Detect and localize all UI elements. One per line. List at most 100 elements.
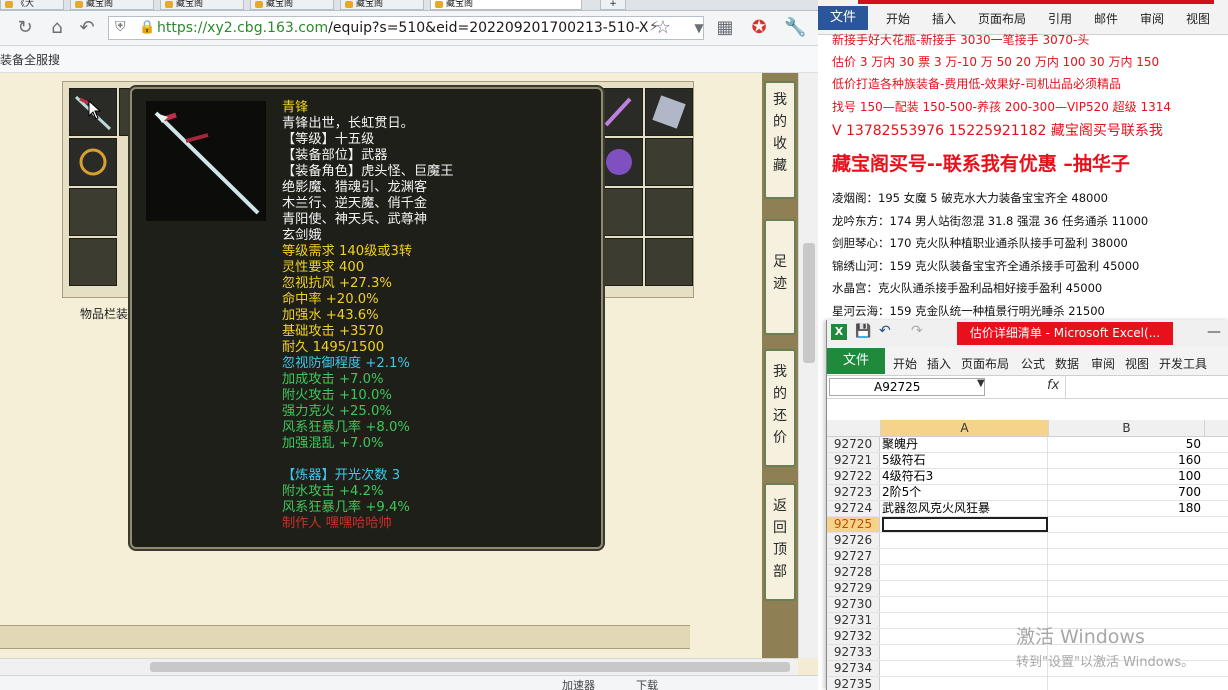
word-tab-mailings[interactable]: 邮件	[1094, 10, 1118, 27]
cell-b[interactable]: 700	[1049, 485, 1205, 500]
inventory-slot[interactable]	[69, 188, 117, 236]
my-favorites-button[interactable]: 我的收藏	[764, 81, 796, 199]
row-header[interactable]: 92729	[827, 581, 880, 596]
browser-tab[interactable]: 藏宝阁	[70, 0, 154, 10]
cell-b[interactable]	[1049, 597, 1205, 612]
cell-b[interactable]	[1049, 549, 1205, 564]
cell-b[interactable]	[1049, 581, 1205, 596]
formula-input[interactable]	[1065, 376, 1228, 398]
excel-tab-formulas[interactable]: 公式	[1021, 355, 1045, 372]
cell-a[interactable]	[882, 597, 1048, 612]
horizontal-scrollbar[interactable]	[0, 658, 798, 675]
browser-tab[interactable]: 藏宝阁	[250, 0, 334, 10]
word-tab-references[interactable]: 引用	[1048, 10, 1072, 27]
browser-tab[interactable]: 藏宝阁	[160, 0, 244, 10]
back-to-top-button[interactable]: 返回顶部	[764, 483, 796, 601]
cell-a[interactable]: 5级符石	[882, 453, 1048, 468]
apps-grid-icon[interactable]: ▦	[714, 17, 736, 39]
favorite-star-icon[interactable]: ☆	[652, 17, 674, 39]
game-controller-icon[interactable]: ✪	[748, 17, 770, 39]
inventory-slot[interactable]	[645, 188, 693, 236]
cell-b[interactable]	[1049, 533, 1205, 548]
row-header[interactable]: 92734	[827, 661, 880, 676]
column-header-a[interactable]: A	[881, 420, 1049, 436]
new-tab-button[interactable]: +	[600, 0, 626, 10]
browser-tab[interactable]: 《大	[0, 0, 64, 10]
scrollbar-thumb[interactable]	[803, 243, 815, 363]
cell-a[interactable]: 武器忽风克火风狂暴	[882, 501, 1048, 516]
excel-tab-developer[interactable]: 开发工具	[1159, 355, 1207, 372]
minimize-icon[interactable]: —	[1207, 324, 1221, 340]
cell-a[interactable]	[882, 517, 1048, 532]
home-icon[interactable]: ⌂	[46, 17, 68, 39]
row-header[interactable]: 92721	[827, 453, 880, 468]
excel-tab-view[interactable]: 视图	[1125, 355, 1149, 372]
row-header[interactable]: 92733	[827, 645, 880, 660]
browser-tab[interactable]: 藏宝阁	[340, 0, 424, 10]
cell-a[interactable]	[882, 581, 1048, 596]
cell-a[interactable]: 2阶5个	[882, 485, 1048, 500]
word-tab-home[interactable]: 开始	[886, 10, 910, 27]
excel-tab-insert[interactable]: 插入	[927, 355, 951, 372]
excel-tab-layout[interactable]: 页面布局	[961, 355, 1009, 372]
excel-file-tab[interactable]: 文件	[827, 348, 885, 374]
address-bar[interactable]: ⛨ 🔒 https://xy2.cbg.163.com/equip?s=510&…	[108, 16, 704, 40]
download-label[interactable]: 下载	[636, 677, 658, 690]
excel-tab-review[interactable]: 审阅	[1091, 355, 1115, 372]
select-all-corner[interactable]	[827, 420, 881, 436]
row-header[interactable]: 92724	[827, 501, 880, 516]
cell-b[interactable]: 180	[1049, 501, 1205, 516]
cell-a[interactable]	[882, 549, 1048, 564]
cell-b[interactable]	[1049, 677, 1205, 690]
cell-b[interactable]	[1049, 517, 1205, 532]
my-offers-button[interactable]: 我的还价	[764, 349, 796, 467]
undo-icon[interactable]: ↶	[879, 323, 891, 339]
word-tab-insert[interactable]: 插入	[932, 10, 956, 27]
excel-tab-home[interactable]: 开始	[893, 355, 917, 372]
row-header[interactable]: 92723	[827, 485, 880, 500]
cell-a[interactable]	[882, 533, 1048, 548]
word-tab-layout[interactable]: 页面布局	[978, 10, 1026, 27]
word-tab-view[interactable]: 视图	[1186, 10, 1210, 27]
column-header-b[interactable]: B	[1049, 420, 1205, 436]
cell-b[interactable]: 160	[1049, 453, 1205, 468]
word-file-tab[interactable]: 文件	[818, 6, 868, 30]
inventory-slot[interactable]	[69, 138, 117, 186]
browser-tab-active[interactable]: 藏宝阁	[430, 0, 582, 10]
row-header[interactable]: 92727	[827, 549, 880, 564]
fx-label[interactable]: fx	[1047, 378, 1059, 393]
cell-b[interactable]	[1049, 565, 1205, 580]
name-box[interactable]: A92725	[829, 378, 985, 396]
vertical-scrollbar[interactable]	[798, 73, 818, 658]
row-header[interactable]: 92730	[827, 597, 880, 612]
row-header[interactable]: 92720	[827, 437, 880, 452]
cell-b[interactable]: 50	[1049, 437, 1205, 452]
inventory-slot[interactable]	[69, 238, 117, 286]
word-tab-review[interactable]: 审阅	[1140, 10, 1164, 27]
cell-b[interactable]: 100	[1049, 469, 1205, 484]
cell-a[interactable]: 聚魄丹	[882, 437, 1048, 452]
scrollbar-thumb[interactable]	[150, 662, 790, 672]
excel-tab-data[interactable]: 数据	[1055, 355, 1079, 372]
address-dropdown-icon[interactable]: ▼	[688, 17, 710, 39]
bookmark-item[interactable]: 装备全服搜	[0, 51, 60, 68]
row-header[interactable]: 92732	[827, 629, 880, 644]
row-header[interactable]: 92731	[827, 613, 880, 628]
tools-wrench-icon[interactable]: 🔧	[784, 17, 806, 39]
cell-a[interactable]	[882, 565, 1048, 580]
undo-icon[interactable]: ↶	[76, 17, 98, 39]
row-header[interactable]: 92728	[827, 565, 880, 580]
row-header[interactable]: 92735	[827, 677, 880, 690]
name-box-dropdown-icon[interactable]: ▼	[977, 378, 985, 389]
save-icon[interactable]: 💾	[855, 324, 871, 339]
url-text[interactable]: https://xy2.cbg.163.com/equip?s=510&eid=…	[157, 20, 657, 36]
inventory-slot[interactable]	[645, 88, 693, 136]
accelerator-label[interactable]: 加速器	[562, 677, 595, 690]
inventory-slot[interactable]	[645, 238, 693, 286]
cell-a[interactable]	[882, 677, 1048, 690]
footprint-button[interactable]: 足迹	[764, 219, 796, 335]
inventory-slot[interactable]	[645, 138, 693, 186]
cell-a[interactable]: 4级符石3	[882, 469, 1048, 484]
redo-icon[interactable]: ↷	[911, 323, 923, 339]
reload-icon[interactable]: ↻	[14, 17, 36, 39]
